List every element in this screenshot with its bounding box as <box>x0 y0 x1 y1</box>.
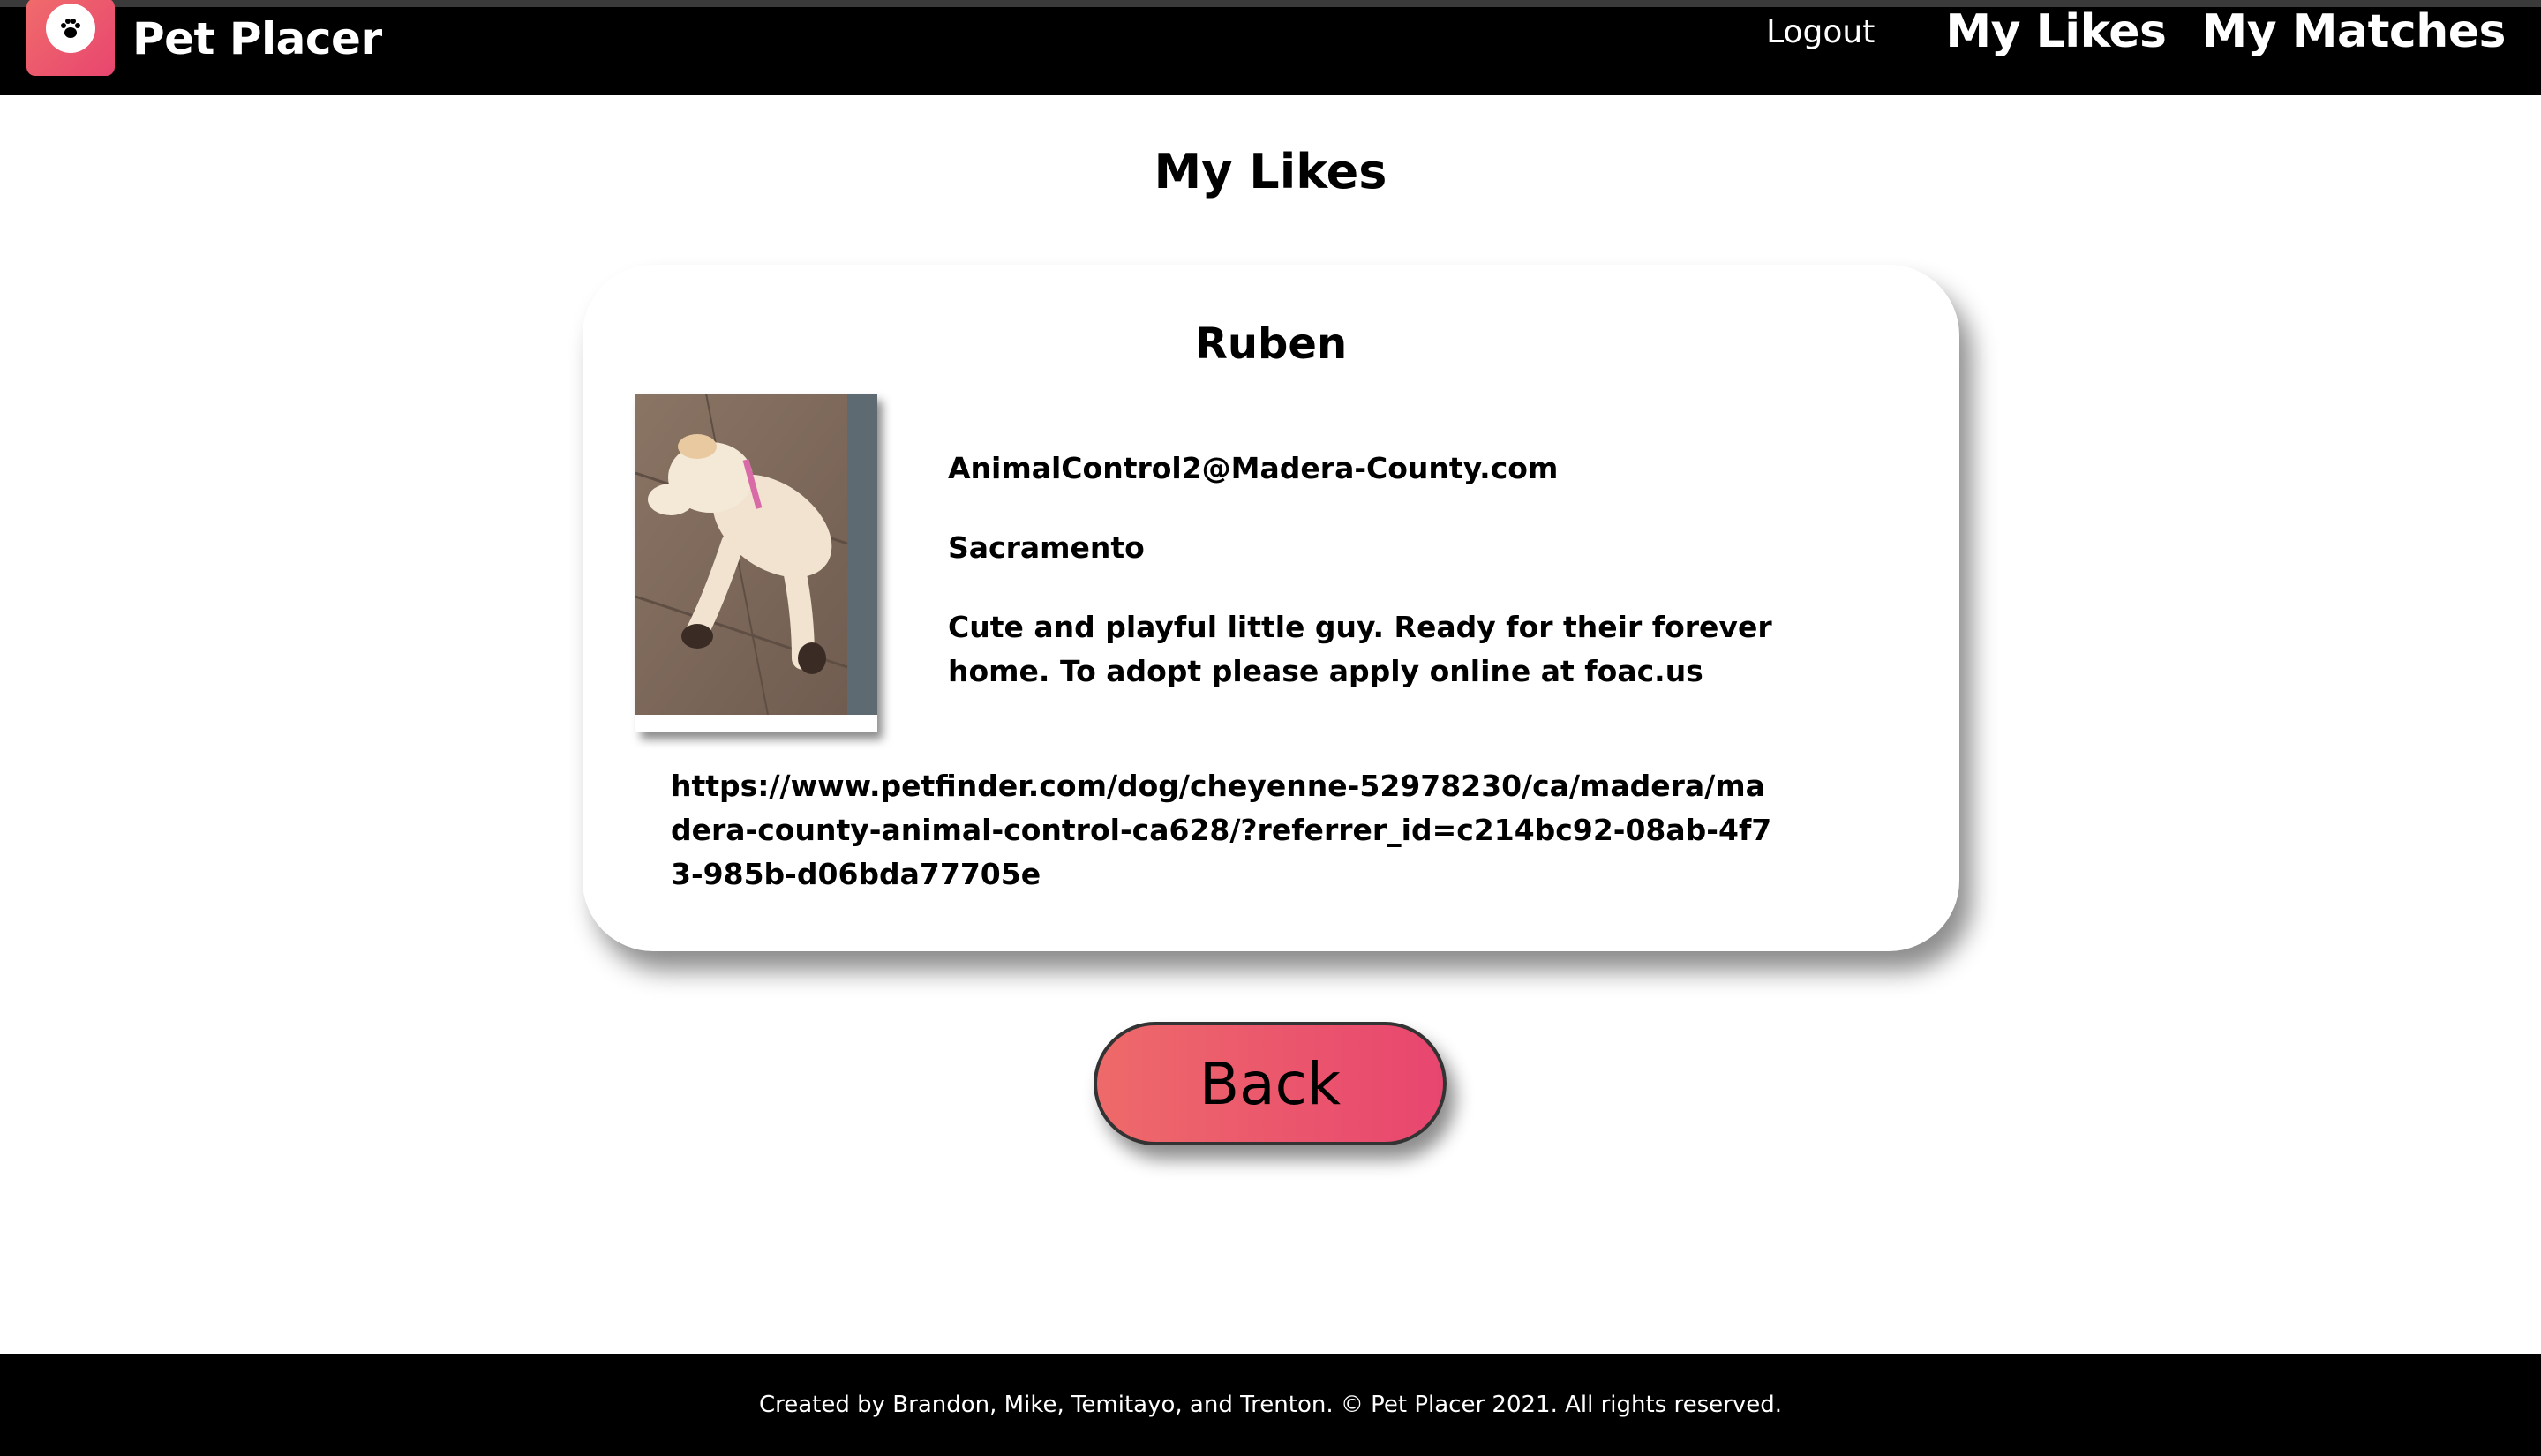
pet-url: https://www.petfinder.com/dog/cheyenne-5… <box>671 769 1772 891</box>
nav-links: Logout My Likes My Matches <box>1766 5 2506 58</box>
pet-city: Sacramento <box>948 530 1145 565</box>
back-button[interactable]: Back <box>1094 1022 1447 1145</box>
brand-name: Pet Placer <box>132 13 382 64</box>
my-matches-link[interactable]: My Matches <box>2201 5 2506 58</box>
my-likes-link[interactable]: My Likes <box>1945 5 2167 58</box>
footer: Created by Brandon, Mike, Temitayo, and … <box>0 1354 2541 1456</box>
pet-name: Ruben <box>1194 319 1348 369</box>
dog-photo-image <box>635 394 877 715</box>
brand[interactable]: Pet Placer <box>26 0 382 76</box>
pet-details: AnimalControl2@Madera-County.com Sacrame… <box>948 447 1839 729</box>
logo <box>26 0 115 76</box>
paw-icon <box>46 4 95 53</box>
pet-email: AnimalControl2@Madera-County.com <box>948 451 1559 485</box>
navbar: Pet Placer Logout My Likes My Matches <box>0 0 2541 95</box>
logout-link[interactable]: Logout <box>1766 14 1875 50</box>
pet-card: Ruben AnimalControl2@Madera-County.com S… <box>583 265 1959 951</box>
pet-photo <box>635 394 877 732</box>
pet-description: Cute and playful little guy. Ready for t… <box>948 610 1772 688</box>
page-title: My Likes <box>1154 144 1387 199</box>
